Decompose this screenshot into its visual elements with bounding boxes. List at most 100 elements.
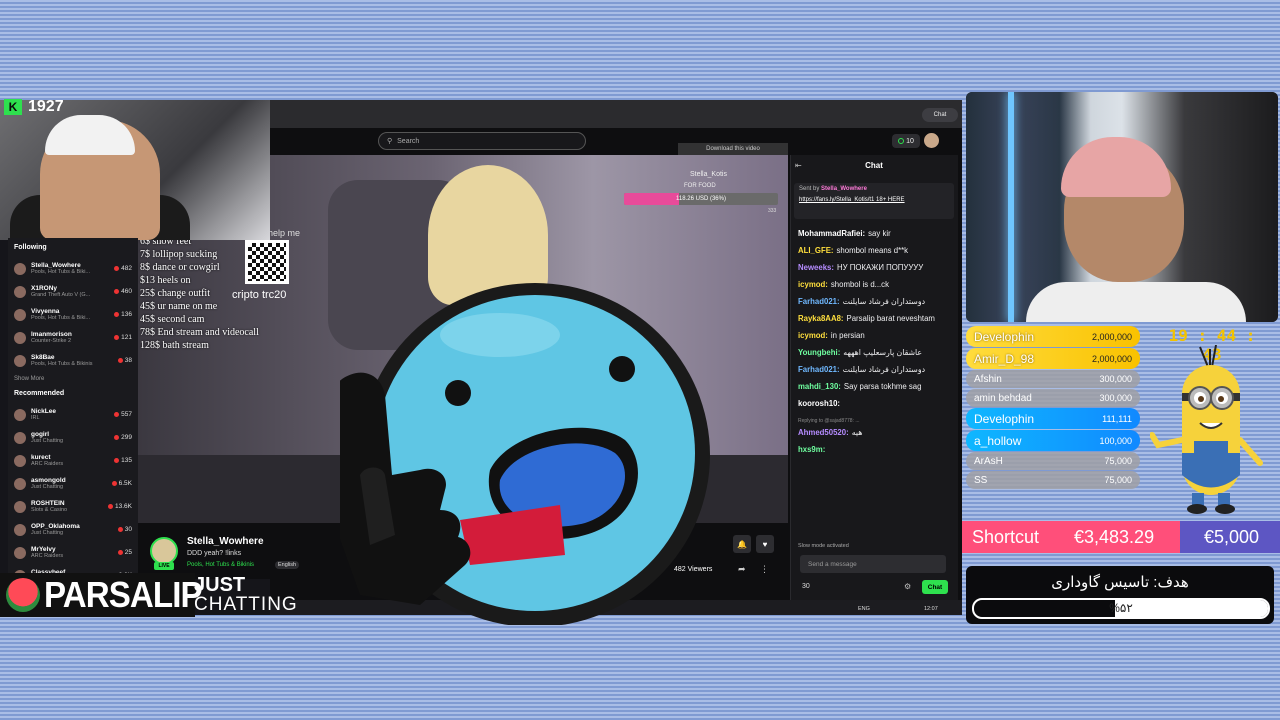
sidebar-channel-name: ROSHTEIN bbox=[31, 500, 65, 507]
live-dot-icon bbox=[114, 266, 120, 271]
taskbar-language[interactable]: ENG bbox=[858, 606, 870, 612]
search-input[interactable]: ⚲ Search bbox=[378, 132, 586, 150]
viewer-count-value: 13.6K bbox=[115, 503, 132, 510]
chat-username[interactable]: MohammadRafiei: bbox=[798, 229, 865, 238]
channel-points[interactable]: 30 bbox=[802, 583, 810, 590]
chat-send-button[interactable]: Chat bbox=[922, 580, 948, 594]
chat-message[interactable]: Ahmed50520: هیه bbox=[798, 428, 954, 438]
chat-username[interactable]: Youngbehi: bbox=[798, 348, 840, 357]
right-webcam bbox=[966, 92, 1278, 322]
sidebar-channel[interactable]: ROSHTEIN Slots & Casino 13.6K bbox=[14, 495, 132, 518]
shocked-emoji-overlay bbox=[340, 283, 710, 625]
sidebar-channel[interactable]: NickLee IRL 557 bbox=[14, 403, 132, 426]
recommended-list: NickLee IRL 557 gogirl Just Chatting 299 kurec… bbox=[14, 403, 132, 587]
sidebar-channel[interactable]: X1RONy Grand Theft Auto V (G... 460 bbox=[14, 280, 132, 303]
donor-row: Develophin 111,111 bbox=[966, 408, 1140, 429]
live-dot-icon bbox=[114, 458, 120, 463]
donor-row: Amir_D_98 2,000,000 bbox=[966, 348, 1140, 369]
channel-avatar[interactable] bbox=[150, 537, 178, 565]
chat-username[interactable]: icymod: bbox=[798, 280, 828, 289]
viewer-count-value: 25 bbox=[124, 549, 132, 556]
twitch-sidebar: Following Stella_Wowhere Pools, Hot Tubs … bbox=[8, 238, 138, 582]
donation-goal-title: هدف: تاسیس گاوداری bbox=[1051, 574, 1189, 591]
chat-username[interactable]: Farhad021: bbox=[798, 365, 840, 374]
chat-username[interactable]: Rayka8AA8: bbox=[798, 314, 844, 323]
sidebar-viewer-count: 121 bbox=[114, 334, 132, 341]
more-options-icon[interactable]: ⋮ bbox=[760, 564, 769, 575]
donor-name: SS bbox=[974, 474, 988, 486]
chat-text: Parsalip barat neveshtam bbox=[846, 314, 935, 323]
chat-username[interactable]: Neweeks: bbox=[798, 263, 834, 272]
show-more-link[interactable]: Show More bbox=[14, 376, 132, 382]
sidebar-channel-category: ARC Raiders bbox=[31, 461, 64, 467]
live-dot-icon bbox=[117, 358, 123, 363]
sidebar-channel[interactable]: OPP_Oklahoma Just Chatting 30 bbox=[14, 518, 132, 541]
chat-message[interactable]: koorosh10: bbox=[798, 399, 954, 409]
category-line-1: JUST bbox=[194, 574, 246, 596]
donor-name: Develophin bbox=[974, 329, 1035, 344]
chat-message[interactable]: MohammadRafiei: say kir bbox=[798, 229, 954, 239]
sidebar-channel[interactable]: kurect ARC Raiders 135 bbox=[14, 449, 132, 472]
download-video-button[interactable]: Download this video bbox=[678, 143, 788, 155]
sidebar-channel[interactable]: Vivyenna Pools, Hot Tubs & Biki... 136 bbox=[14, 303, 132, 326]
sidebar-viewer-count: 557 bbox=[114, 411, 132, 418]
user-avatar[interactable] bbox=[924, 133, 939, 148]
kick-logo-icon: K bbox=[4, 99, 22, 115]
language-tag[interactable]: English bbox=[275, 561, 300, 569]
viewer-count-value: 460 bbox=[121, 288, 132, 295]
sidebar-channel[interactable]: gogirl Just Chatting 299 bbox=[14, 426, 132, 449]
channel-name[interactable]: Stella_Wowhere bbox=[187, 536, 264, 547]
chat-username[interactable]: koorosh10: bbox=[798, 399, 840, 408]
donor-amount: 2,000,000 bbox=[1091, 331, 1132, 342]
chat-username[interactable]: icymod: bbox=[798, 331, 828, 340]
pinned-user[interactable]: Stella_Wowhere bbox=[821, 186, 867, 192]
chat-message[interactable]: Farhad021: دوستداران فرشاد سایلنت bbox=[798, 365, 954, 375]
sidebar-channel[interactable]: MrYelvy ARC Raiders 25 bbox=[14, 541, 132, 564]
chat-message[interactable]: icymod: in persian bbox=[798, 331, 954, 341]
pinned-link[interactable]: https://fans.ly/Stella_Kotis/t1 18+ HERE bbox=[799, 197, 949, 203]
sidebar-viewer-count: 460 bbox=[114, 288, 132, 295]
chat-input[interactable]: Send a message bbox=[800, 555, 946, 573]
pinned-by-label: Sent by bbox=[799, 186, 820, 192]
pinned-message[interactable]: Sent by Stella_Wowhere https://fans.ly/S… bbox=[794, 183, 954, 219]
notification-bell-icon[interactable]: 🔔 bbox=[733, 535, 751, 553]
sidebar-channel-name: MrYelvy bbox=[31, 546, 56, 553]
stream-category[interactable]: Pools, Hot Tubs & Bikinis bbox=[187, 562, 254, 568]
browser-chat-pill[interactable]: Chat bbox=[922, 108, 958, 122]
coins-badge[interactable]: 10 bbox=[892, 134, 920, 148]
sidebar-channel-name: kurect bbox=[31, 454, 51, 461]
donor-name: Develophin bbox=[974, 411, 1035, 426]
chat-text: in persian bbox=[830, 331, 865, 340]
chat-message[interactable]: Farhad021: دوستداران فرشاد سایلنت bbox=[798, 297, 954, 307]
chat-message[interactable]: Youngbehi: عاشقان پارسعلیپ اهههه bbox=[798, 348, 954, 358]
following-list: Stella_Wowhere Pools, Hot Tubs & Biki... 4… bbox=[14, 257, 132, 372]
viewer-count-value: 557 bbox=[121, 411, 132, 418]
chat-message[interactable]: icymod: shombol is d...ck bbox=[798, 280, 954, 290]
sidebar-channel[interactable]: Sk8Bae Pools, Hot Tubs & Bikinis 38 bbox=[14, 349, 132, 372]
chat-message[interactable]: hxs9m: bbox=[798, 445, 954, 455]
help-text: help me bbox=[268, 228, 301, 238]
chat-message[interactable]: Rayka8AA8: Parsalip barat neveshtam bbox=[798, 314, 954, 324]
chat-text: دوستداران فرشاد سایلنت bbox=[842, 365, 926, 374]
follow-heart-icon[interactable]: ♥ bbox=[756, 535, 774, 553]
chat-username[interactable]: ALI_GFE: bbox=[798, 246, 834, 255]
chat-username[interactable]: mahdi_130: bbox=[798, 382, 841, 391]
chat-message[interactable]: Neweeks: НУ ПОКАЖИ ПОПУУУУ bbox=[798, 263, 954, 273]
chat-username[interactable]: hxs9m: bbox=[798, 445, 825, 454]
chat-username[interactable]: Ahmed50520: bbox=[798, 428, 849, 437]
viewer-count-value: 30 bbox=[124, 526, 132, 533]
sidebar-channel[interactable]: asmongold Just Chatting 6.5K bbox=[14, 472, 132, 495]
sidebar-channel[interactable]: Stella_Wowhere Pools, Hot Tubs & Biki... 4… bbox=[14, 257, 132, 280]
chat-message[interactable]: ALI_GFE: shombol means d**k bbox=[798, 246, 954, 256]
chat-message[interactable]: mahdi_130: Say parsa tokhme sag bbox=[798, 382, 954, 392]
video-goal-text: 118.26 USD (36%) bbox=[676, 196, 726, 202]
coin-icon bbox=[898, 138, 905, 144]
donor-amount: 111,111 bbox=[1102, 413, 1132, 424]
chat-messages: MohammadRafiei: say kir ALI_GFE: shombol me… bbox=[798, 229, 954, 462]
sidebar-channel[interactable]: lmanmorison Counter-Strike 2 121 bbox=[14, 326, 132, 349]
chat-username[interactable]: Farhad021: bbox=[798, 297, 840, 306]
chat-settings-gear-icon[interactable]: ⚙ bbox=[904, 582, 911, 591]
share-icon[interactable]: ➦ bbox=[738, 564, 746, 575]
live-dot-icon bbox=[117, 527, 123, 532]
browser-toolbar bbox=[270, 100, 962, 128]
